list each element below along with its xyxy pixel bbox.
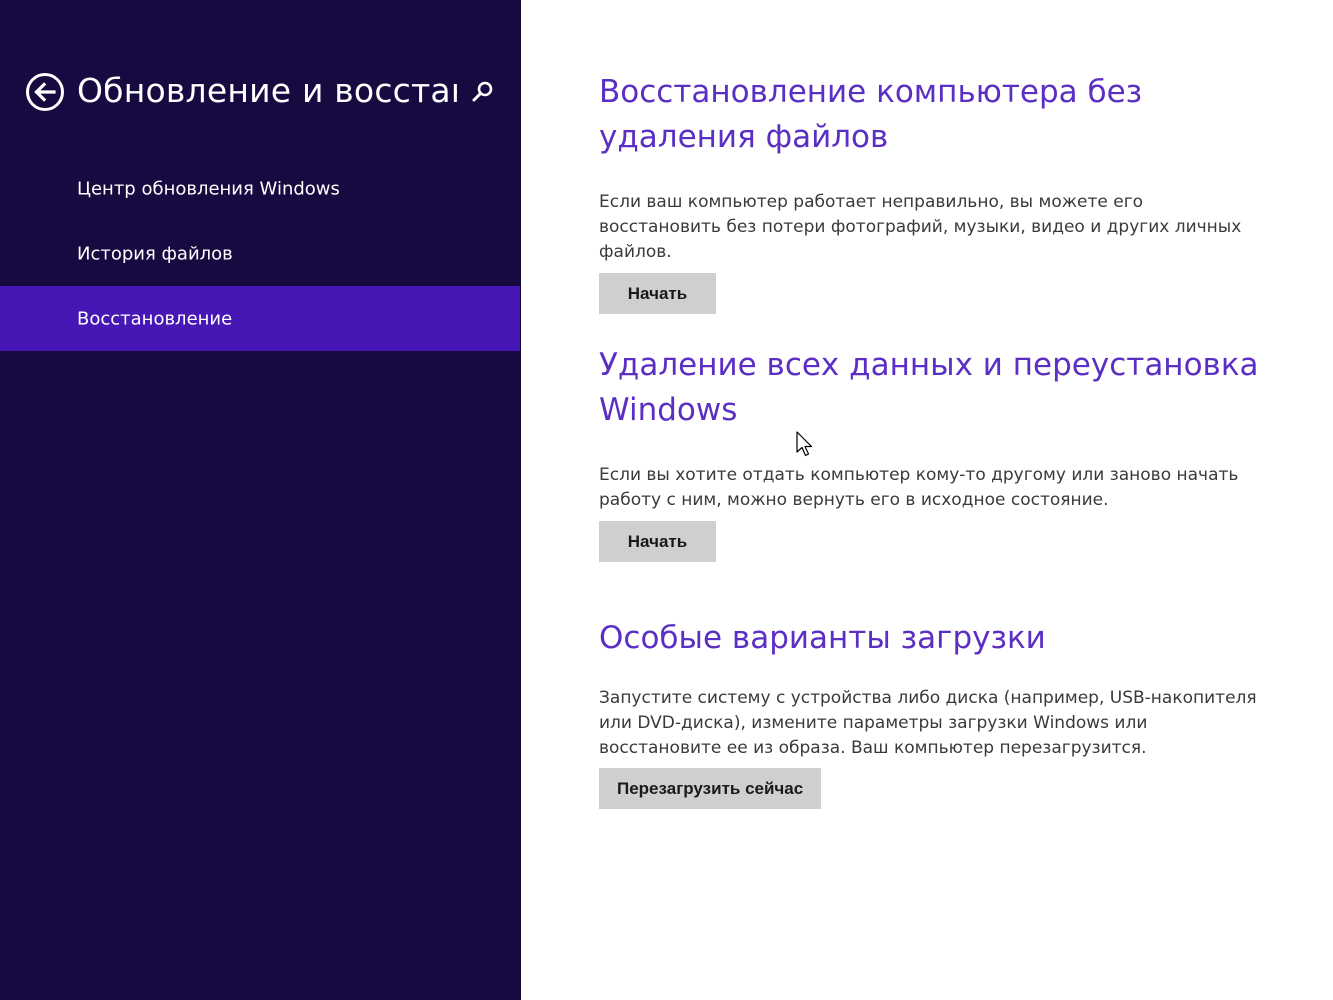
back-button[interactable] [25,72,65,112]
sidebar-item-recovery[interactable]: Восстановление [0,286,520,351]
sidebar-item-label: Центр обновления Windows [77,178,340,199]
section-description: Запустите систему с устройства либо диск… [599,688,1257,758]
main-content: Восстановление компьютера без удаления ф… [521,0,1333,1000]
page-title: Обновление и восстан… [77,71,457,110]
mouse-pointer-icon [795,431,815,459]
search-button[interactable] [470,79,496,105]
sidebar-item-label: Восстановление [77,308,233,329]
reset-pc-section: Удаление всех данных и переустановка Win… [599,343,1289,562]
search-icon [470,81,496,109]
back-arrow-icon [25,72,65,112]
sidebar: Обновление и восстан… Центр обновления W… [0,0,521,1000]
advanced-startup-section: Особые варианты загрузки Запустите систе… [599,616,1289,809]
refresh-start-button[interactable]: Начать [599,273,716,314]
sidebar-item-windows-update[interactable]: Центр обновления Windows [0,156,520,221]
restart-now-button[interactable]: Перезагрузить сейчас [599,768,822,809]
section-title: Особые варианты загрузки [599,620,1046,656]
section-title: Восстановление компьютера без удаления ф… [599,74,1143,155]
section-title: Удаление всех данных и переустановка Win… [599,347,1259,428]
section-description: Если ваш компьютер работает неправильно,… [599,192,1242,262]
settings-window: Обновление и восстан… Центр обновления W… [0,0,1333,1000]
sidebar-item-file-history[interactable]: История файлов [0,221,520,286]
section-description: Если вы хотите отдать компьютер кому-то … [599,465,1239,510]
sidebar-item-label: История файлов [77,243,233,264]
refresh-pc-section: Восстановление компьютера без удаления ф… [599,70,1289,314]
reset-start-button[interactable]: Начать [599,521,716,562]
